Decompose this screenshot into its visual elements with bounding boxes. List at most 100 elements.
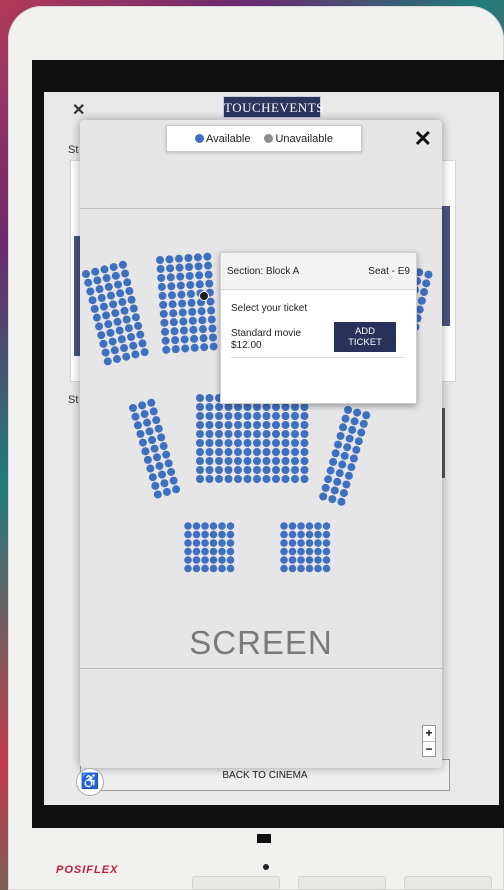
seat[interactable] <box>243 421 252 429</box>
close-icon[interactable]: ✕ <box>72 100 85 120</box>
seat[interactable] <box>106 328 115 337</box>
seat[interactable] <box>159 442 168 451</box>
seat[interactable] <box>243 475 252 483</box>
seat[interactable] <box>124 324 133 333</box>
seat[interactable] <box>196 457 204 465</box>
seat[interactable] <box>262 457 271 465</box>
seat[interactable] <box>344 406 352 414</box>
seat[interactable] <box>177 290 186 299</box>
seat[interactable] <box>116 289 125 298</box>
seat[interactable] <box>205 394 214 402</box>
seat[interactable] <box>196 475 204 483</box>
seat[interactable] <box>218 539 226 547</box>
seat[interactable] <box>205 457 214 465</box>
seat[interactable] <box>127 295 136 304</box>
seat[interactable] <box>123 278 132 287</box>
seat[interactable] <box>171 345 180 354</box>
seat[interactable] <box>204 261 213 270</box>
seat[interactable] <box>305 530 314 539</box>
seat[interactable] <box>97 293 106 302</box>
seat[interactable] <box>90 304 99 313</box>
seat[interactable] <box>181 344 190 353</box>
seat[interactable] <box>288 530 297 539</box>
seat[interactable] <box>166 273 175 282</box>
seat[interactable] <box>253 475 261 483</box>
seat[interactable] <box>322 556 331 564</box>
seat[interactable] <box>324 475 333 484</box>
seat[interactable] <box>243 448 252 456</box>
seat[interactable] <box>201 522 209 530</box>
seat[interactable] <box>147 398 156 407</box>
seat[interactable] <box>215 439 223 447</box>
seat[interactable] <box>194 262 203 271</box>
seat[interactable] <box>424 270 433 279</box>
seat[interactable] <box>157 470 166 479</box>
seat[interactable] <box>93 276 102 285</box>
seat[interactable] <box>234 421 242 429</box>
seat[interactable] <box>205 430 214 438</box>
seat[interactable] <box>305 556 314 564</box>
seat[interactable] <box>209 342 218 351</box>
seat[interactable] <box>190 343 199 352</box>
seat[interactable] <box>192 547 201 556</box>
seat[interactable] <box>122 352 131 361</box>
seat[interactable] <box>272 403 280 411</box>
seat[interactable] <box>167 282 176 291</box>
seat[interactable] <box>97 331 106 340</box>
seat[interactable] <box>157 273 166 282</box>
seat[interactable] <box>215 403 223 411</box>
seat[interactable] <box>196 448 204 456</box>
seat[interactable] <box>172 485 181 494</box>
seat[interactable] <box>218 547 226 556</box>
seat[interactable] <box>205 421 214 429</box>
seat[interactable] <box>186 280 195 289</box>
seat[interactable] <box>262 430 271 438</box>
seat[interactable] <box>140 348 149 357</box>
seat[interactable] <box>272 421 280 429</box>
seat[interactable] <box>300 403 309 411</box>
seat[interactable] <box>338 460 347 469</box>
seat[interactable] <box>417 296 426 305</box>
seat[interactable] <box>131 313 140 322</box>
seat[interactable] <box>291 457 299 465</box>
seat[interactable] <box>291 475 299 483</box>
seat[interactable] <box>243 430 252 438</box>
seat[interactable] <box>184 556 192 564</box>
seat[interactable] <box>196 466 204 474</box>
seat[interactable] <box>340 451 349 460</box>
seat[interactable] <box>201 547 209 556</box>
seat[interactable] <box>297 547 305 556</box>
seat[interactable] <box>195 271 204 280</box>
seat[interactable] <box>281 457 290 465</box>
seat[interactable] <box>157 433 166 442</box>
seat[interactable] <box>314 522 322 530</box>
seat[interactable] <box>154 424 163 433</box>
seat[interactable] <box>192 530 201 539</box>
seat[interactable] <box>319 492 328 501</box>
seat[interactable] <box>111 309 120 318</box>
seat[interactable] <box>272 430 280 438</box>
seat[interactable] <box>209 556 218 564</box>
seat[interactable] <box>207 306 216 315</box>
seat[interactable] <box>253 412 261 420</box>
seat[interactable] <box>178 308 187 317</box>
seat[interactable] <box>162 450 171 459</box>
seat[interactable] <box>118 298 127 307</box>
seat[interactable] <box>339 423 348 432</box>
seat[interactable] <box>288 564 297 573</box>
seat[interactable] <box>160 318 169 327</box>
seat[interactable] <box>262 412 271 420</box>
seat[interactable] <box>281 430 290 438</box>
seat[interactable] <box>155 461 164 470</box>
seat[interactable] <box>243 403 252 411</box>
seat[interactable] <box>159 309 168 318</box>
seat[interactable] <box>281 466 290 474</box>
seat[interactable] <box>125 287 134 296</box>
seat[interactable] <box>143 455 152 464</box>
seat[interactable] <box>253 403 261 411</box>
seat[interactable] <box>291 448 299 456</box>
seat[interactable] <box>234 457 242 465</box>
seat[interactable] <box>200 343 209 352</box>
seat[interactable] <box>129 341 138 350</box>
seat[interactable] <box>103 357 112 366</box>
